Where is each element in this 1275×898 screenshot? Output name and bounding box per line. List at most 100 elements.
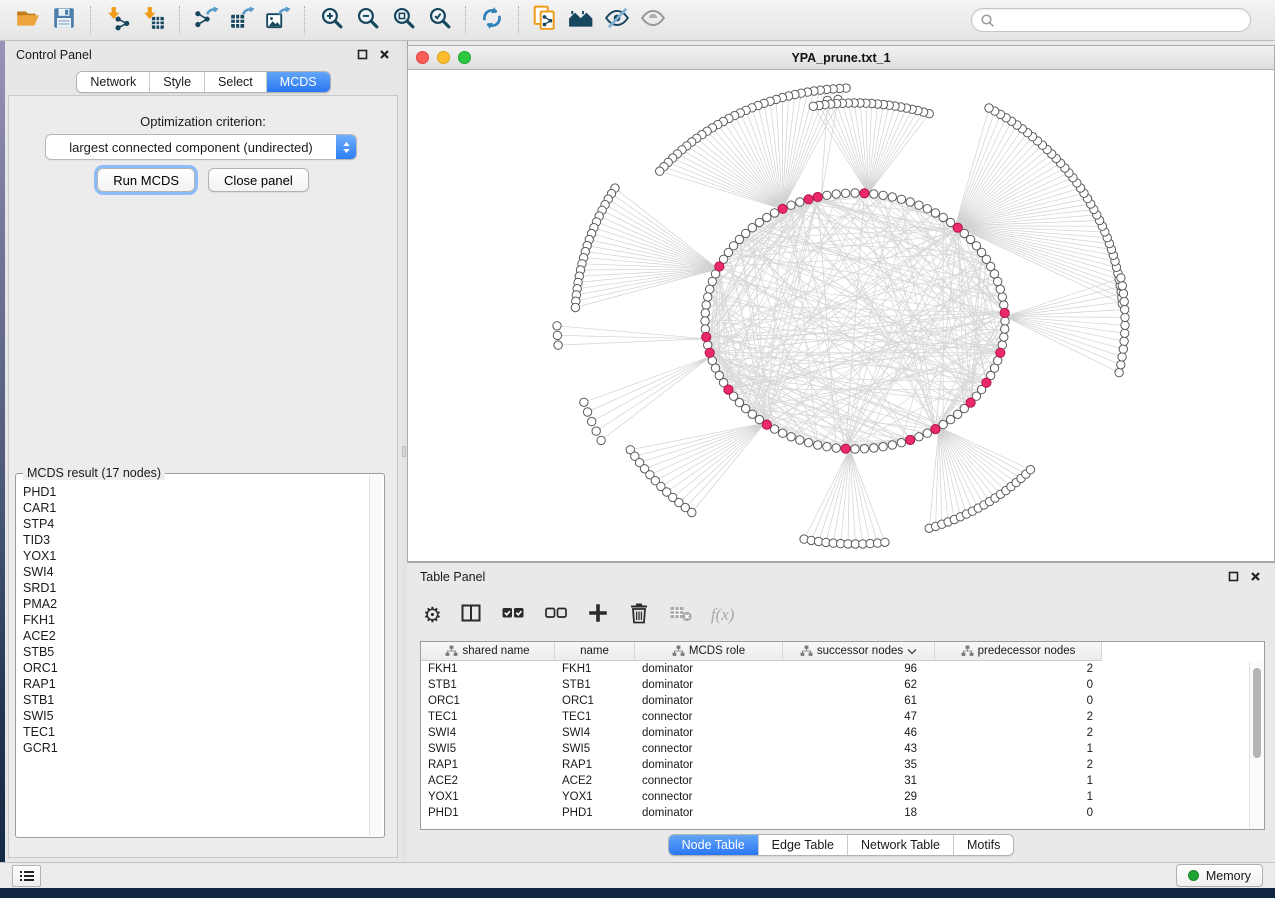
close-panel-button[interactable] [378,48,391,61]
table-cell: RAP1 [555,759,635,771]
mcds-result-item[interactable]: PMA2 [23,596,368,612]
save-session-button[interactable] [46,4,82,36]
table-cell: 96 [783,663,935,675]
window-zoom-icon[interactable] [458,51,471,64]
mcds-list-scrollbar[interactable] [369,475,383,836]
zoom-selected-icon [427,5,452,35]
mcds-result-item[interactable]: CAR1 [23,500,368,516]
create-column-button[interactable] [586,601,610,629]
column-header-name[interactable]: name [555,642,635,660]
close-table-panel-button[interactable] [1249,570,1262,583]
select-all-button[interactable] [500,601,526,629]
eye-show-icon [640,5,666,36]
tab-style[interactable]: Style [149,72,204,92]
table-row[interactable]: SWI5SWI5connector431 [421,741,1264,757]
table-cell: SWI5 [555,743,635,755]
refresh-layout-button[interactable] [474,4,510,36]
window-close-icon[interactable] [416,51,429,64]
node-table: shared namenameMCDS rolesuccessor nodesp… [420,641,1265,830]
search-input[interactable] [995,12,1243,28]
table-cell: 43 [783,743,935,755]
main-toolbar [0,0,1275,41]
window-minimize-icon[interactable] [437,51,450,64]
export-network-button[interactable] [188,4,224,36]
tab-node-table[interactable]: Node Table [669,835,758,855]
first-neighbors-button[interactable] [563,4,599,36]
mcds-result-item[interactable]: TEC1 [23,724,368,740]
mcds-result-item[interactable]: FKH1 [23,612,368,628]
table-scrollbar[interactable] [1249,662,1264,829]
toolbar-separator [518,6,519,34]
tab-edge-table[interactable]: Edge Table [758,835,847,855]
export-image-button[interactable] [260,4,296,36]
float-panel-button[interactable] [356,48,369,61]
table-row[interactable]: ORC1ORC1dominator610 [421,693,1264,709]
table-row[interactable]: FKH1FKH1dominator962 [421,661,1264,677]
zoom-selected-button[interactable] [421,4,457,36]
table-row[interactable]: ACE2ACE2connector311 [421,773,1264,789]
mcds-result-item[interactable]: ORC1 [23,660,368,676]
tab-mcds[interactable]: MCDS [266,72,330,92]
column-header-successor-nodes[interactable]: successor nodes [783,642,935,660]
tab-network[interactable]: Network [77,72,149,92]
table-mode-button[interactable]: ⚙ [423,601,442,629]
tab-segment: Node TableEdge TableNetwork TableMotifs [668,834,1015,856]
table-cell: 62 [783,679,935,691]
clone-network-button[interactable] [527,4,563,36]
column-header-predecessor-nodes[interactable]: predecessor nodes [935,642,1101,660]
column-header-MCDS-role[interactable]: MCDS role [635,642,783,660]
zoom-fit-button[interactable] [385,4,421,36]
tab-select[interactable]: Select [204,72,266,92]
control-panel-title: Control Panel [16,48,92,62]
table-row[interactable]: TEC1TEC1connector472 [421,709,1264,725]
table-row[interactable]: RAP1RAP1dominator352 [421,757,1264,773]
open-session-button[interactable] [10,4,46,36]
table-row[interactable]: YOX1YOX1connector291 [421,789,1264,805]
table-row[interactable]: PHD1PHD1dominator180 [421,805,1264,821]
mcds-result-item[interactable]: RAP1 [23,676,368,692]
mcds-result-item[interactable]: GCR1 [23,740,368,756]
import-table-button[interactable] [135,4,171,36]
status-log-button[interactable] [12,865,41,887]
mcds-result-item[interactable]: ACE2 [23,628,368,644]
memory-button[interactable]: Memory [1176,864,1263,887]
network-canvas[interactable] [408,69,1274,561]
table-cell: dominator [635,759,783,771]
mcds-result-item[interactable]: SRD1 [23,580,368,596]
mcds-tab-content: Optimization criterion: largest connecte… [8,95,398,858]
zoom-out-button[interactable] [349,4,385,36]
table-cell: RAP1 [421,759,555,771]
mcds-result-item[interactable]: STP4 [23,516,368,532]
table-row[interactable]: SWI4SWI4dominator462 [421,725,1264,741]
mcds-result-item[interactable]: STB1 [23,692,368,708]
mcds-result-item[interactable]: SWI5 [23,708,368,724]
split-pane-handle[interactable] [402,446,406,457]
mcds-result-item[interactable]: YOX1 [23,548,368,564]
import-network-button[interactable] [99,4,135,36]
search-icon [979,12,995,28]
zoom-in-button[interactable] [313,4,349,36]
mcds-result-item[interactable]: STB5 [23,644,368,660]
control-panel: Control Panel NetworkStyleSelectMCDS Opt… [5,41,402,862]
show-columns-button[interactable] [459,601,483,629]
tab-network-table[interactable]: Network Table [847,835,953,855]
hide-selected-button[interactable] [599,4,635,36]
tab-motifs[interactable]: Motifs [953,835,1013,855]
run-mcds-button[interactable]: Run MCDS [97,168,195,192]
float-table-panel-button[interactable] [1227,570,1240,583]
close-panel-button-mcds[interactable]: Close panel [208,168,309,192]
mcds-result-item[interactable]: SWI4 [23,564,368,580]
export-table-button[interactable] [224,4,260,36]
column-header-shared-name[interactable]: shared name [421,642,555,660]
search-field[interactable] [971,8,1251,32]
optimization-criterion-select[interactable]: largest connected component (undirected) [45,134,357,160]
table-scrollbar-thumb[interactable] [1253,668,1261,758]
export-table-icon [229,5,255,36]
refresh-icon [479,5,505,36]
table-cell: 47 [783,711,935,723]
delete-columns-button[interactable] [627,601,651,629]
mcds-result-item[interactable]: TID3 [23,532,368,548]
deselect-all-button[interactable] [543,601,569,629]
table-row[interactable]: STB1STB1dominator620 [421,677,1264,693]
mcds-result-item[interactable]: PHD1 [23,484,368,500]
